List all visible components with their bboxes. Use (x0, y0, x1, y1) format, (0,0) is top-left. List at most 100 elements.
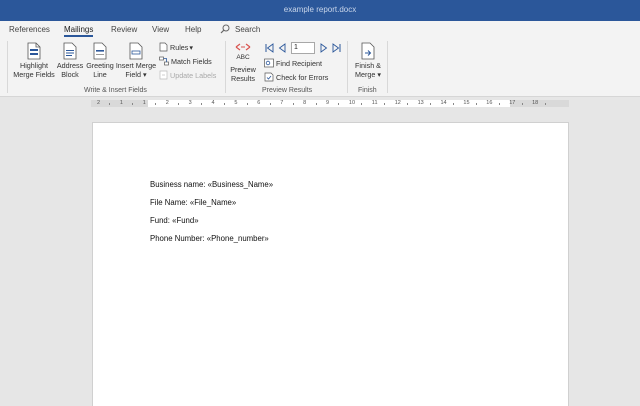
ruler-number: 5 (234, 100, 238, 106)
check-for-errors-button[interactable]: Check for Errors (264, 72, 328, 82)
ruler-tick (544, 103, 546, 105)
greeting-line-label: Greeting Line (86, 61, 114, 79)
ruler-right-margin (510, 100, 569, 107)
ruler-number: 6 (257, 100, 261, 106)
update-labels-icon (159, 70, 168, 80)
ruler-tick (246, 103, 248, 105)
tab-review[interactable]: Review (111, 25, 137, 34)
preview-results-label: Preview Results (230, 65, 256, 83)
first-record-icon[interactable] (264, 43, 274, 53)
tab-references[interactable]: References (9, 25, 50, 34)
match-fields-button[interactable]: Match Fields (159, 56, 212, 66)
highlight-merge-fields-label: Highlight Merge Fields (13, 61, 55, 79)
preview-results-group-label: Preview Results (262, 87, 313, 94)
ruler-number: 18 (532, 100, 539, 106)
insert-merge-field-button[interactable]: Insert Merge Field ▾ (115, 42, 157, 79)
group-separator (7, 41, 8, 93)
ruler-number: 8 (303, 100, 307, 106)
tab-help[interactable]: Help (185, 25, 201, 34)
last-record-icon[interactable] (332, 43, 342, 53)
title-bar: example report.docx (0, 0, 640, 21)
ruler-number: 4 (211, 100, 215, 106)
ruler-tick (155, 103, 157, 105)
ruler-number: 13 (417, 100, 424, 106)
address-block-label: Address Block (56, 61, 84, 79)
rules-button[interactable]: Rules ▾ (159, 42, 193, 52)
match-fields-label: Match Fields (171, 56, 212, 66)
record-number-input[interactable]: 1 (291, 42, 315, 54)
ruler-tick (269, 103, 271, 105)
update-labels-button[interactable]: Update Labels (159, 70, 216, 80)
check-for-errors-label: Check for Errors (276, 72, 329, 82)
group-separator (387, 41, 388, 93)
chevron-down-icon: ▾ (189, 42, 193, 52)
insert-merge-field-icon (129, 42, 143, 60)
ruler-tick (407, 103, 409, 105)
ruler-tick (201, 103, 203, 105)
highlight-merge-fields-icon (27, 42, 41, 60)
ruler-tick (292, 103, 294, 105)
merge-field-line-fund[interactable]: Fund: «Fund» (150, 216, 199, 225)
ruler-tick (109, 103, 111, 105)
horizontal-ruler[interactable]: 2 1 1 2 3 4 5 6 7 8 9 10 11 12 13 14 15 16 17 18 (91, 100, 569, 107)
update-labels-label: Update Labels (170, 70, 217, 80)
ruler-tick (384, 103, 386, 105)
ruler-tick (521, 103, 523, 105)
greeting-line-button[interactable]: Greeting Line (84, 42, 116, 79)
ruler-tick (132, 103, 134, 105)
previous-record-icon[interactable] (277, 43, 287, 53)
match-fields-icon (159, 56, 169, 66)
ruler-number: 1 (142, 100, 146, 106)
check-for-errors-icon (264, 72, 274, 82)
ruler-tick (475, 103, 477, 105)
address-block-button[interactable]: Address Block (56, 42, 84, 79)
ruler-number: 15 (463, 100, 470, 106)
ruler-number: 14 (440, 100, 447, 106)
chevron-down-icon: ▾ (142, 70, 147, 79)
ruler-tick (315, 103, 317, 105)
tab-mailings[interactable]: Mailings (64, 25, 94, 37)
finish-group-label: Finish (358, 87, 377, 94)
next-record-icon[interactable] (319, 43, 329, 53)
ruler-number: 2 (97, 100, 101, 106)
ruler-tick (223, 103, 225, 105)
ruler-number: 3 (188, 100, 192, 106)
abc-label: ABC (236, 54, 250, 61)
finish-merge-icon (361, 42, 375, 60)
chevron-down-icon: ▾ (377, 70, 381, 79)
ruler-tick (178, 103, 180, 105)
find-recipient-label: Find Recipient (276, 58, 322, 68)
search-box[interactable]: Search (235, 25, 260, 34)
ruler-number: 2 (165, 100, 169, 106)
merge-field-line-business-name[interactable]: Business name: «Business_Name» (150, 180, 273, 189)
document-title: example report.docx (283, 5, 357, 14)
group-separator (225, 41, 226, 93)
insert-merge-field-label: Insert Merge Field (115, 61, 157, 79)
ruler-number: 1 (119, 100, 123, 106)
merge-field-line-phone-number[interactable]: Phone Number: «Phone_number» (150, 234, 269, 243)
find-recipient-icon (264, 58, 274, 68)
preview-results-button[interactable]: ABC Preview Results (227, 42, 259, 83)
ruler-number: 9 (326, 100, 330, 106)
ruler-tick (452, 103, 454, 105)
ribbon: Highlight Merge Fields Address Block Gre… (0, 38, 640, 97)
greeting-line-icon (93, 42, 107, 60)
write-insert-group-label: Write & Insert Fields (84, 87, 147, 94)
ruler-number: 17 (509, 100, 516, 106)
finish-merge-button[interactable]: Finish & Merge ▾ (352, 42, 384, 79)
preview-results-icon (235, 43, 251, 51)
address-block-icon (63, 42, 77, 60)
merge-field-line-file-name[interactable]: File Name: «File_Name» (150, 198, 236, 207)
highlight-merge-fields-button[interactable]: Highlight Merge Fields (12, 42, 56, 79)
document-page[interactable]: Business name: «Business_Name» File Name… (92, 122, 569, 406)
ruler-number: 11 (371, 100, 378, 106)
tab-view[interactable]: View (152, 25, 169, 34)
ruler-tick (361, 103, 363, 105)
rules-icon (159, 42, 168, 52)
ruler-number: 7 (280, 100, 284, 106)
ruler-tick (498, 103, 500, 105)
search-icon[interactable] (220, 24, 230, 34)
ribbon-tabs: References Mailings Review View Help Sea… (0, 21, 640, 38)
find-recipient-button[interactable]: Find Recipient (264, 58, 322, 68)
ruler-number: 16 (486, 100, 493, 106)
